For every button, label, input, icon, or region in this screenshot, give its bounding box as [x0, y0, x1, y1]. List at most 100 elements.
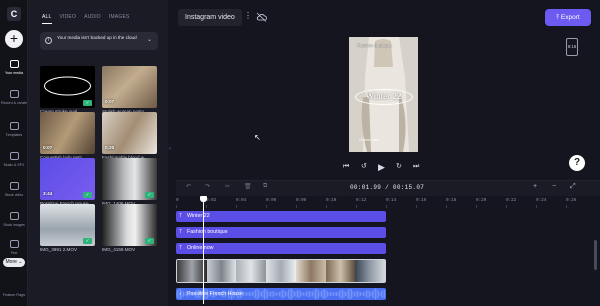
undo-icon[interactable]: ↶ — [186, 183, 191, 190]
ruler-tick-label: 0:04 — [236, 198, 247, 203]
playhead-handle[interactable] — [200, 196, 207, 202]
ruler-tick-label: 0:16 — [416, 198, 427, 203]
media-item-img-4159[interactable]: ✓ IMG_4159.MOV — [102, 204, 157, 254]
ruler-tick-label: 0:20 — [476, 198, 487, 203]
delete-icon[interactable]: 🗑 — [244, 183, 252, 190]
tab-video[interactable]: VIDEO — [60, 14, 77, 24]
add-media-button[interactable]: + — [5, 30, 23, 48]
ruler-tick-label: 0:14 — [386, 198, 397, 203]
cloud-off-icon[interactable] — [256, 12, 267, 22]
skip-to-end-icon[interactable]: ⏭ — [413, 162, 419, 172]
skip-to-start-icon[interactable]: ⏮ — [343, 162, 349, 172]
chevron-down-icon: ⌄ — [146, 37, 152, 43]
video-clip-frame — [295, 260, 326, 282]
fit-timeline-icon[interactable]: ⤢ — [570, 183, 576, 191]
duplicate-icon[interactable]: ⧉ — [263, 183, 267, 190]
backup-notice[interactable]: i Your media isn't backed up in the clou… — [40, 32, 158, 50]
zoom-in-icon[interactable]: + — [533, 183, 537, 190]
playback-controls: ⏮ ↺ ▶ ↻ ⏭ — [343, 162, 423, 172]
media-item-cream-stroke-oval[interactable]: ✓ Cream stroke oval — [40, 66, 95, 116]
music-icon: ♪ — [179, 291, 182, 297]
split-icon[interactable]: ✂ — [225, 183, 230, 190]
check-icon: ✓ — [83, 192, 92, 198]
redo-icon[interactable]: ↷ — [205, 183, 210, 190]
video-clip-frame — [236, 260, 267, 282]
chevron-down-icon: ⌄ — [18, 259, 23, 265]
text-track-fashion-boutique[interactable]: T Fashion boutique — [176, 227, 386, 238]
media-item-fashionable-blond[interactable]: 0:20 Fashionable blond w... — [102, 112, 157, 162]
media-tabs: ALL VIDEO AUDIO IMAGES — [42, 14, 130, 24]
rail-item-stock-images[interactable]: Stock images — [0, 212, 28, 227]
export-button[interactable]: ⤒ Export — [545, 9, 591, 26]
app-logo-icon[interactable]: C — [7, 7, 21, 21]
rail-item-music[interactable]: Music & SFX — [0, 152, 28, 167]
media-panel: ALL VIDEO AUDIO IMAGES i Your media isn'… — [28, 0, 168, 306]
rail-item-text[interactable]: Text — [0, 240, 28, 255]
video-clip-frame — [266, 260, 296, 282]
camera-icon — [9, 90, 19, 98]
zoom-out-icon[interactable]: − — [552, 183, 556, 190]
tab-all[interactable]: ALL — [42, 14, 52, 24]
ruler-tick-mark — [356, 205, 357, 208]
check-icon: ✓ — [145, 192, 154, 198]
help-button[interactable]: ? — [569, 155, 585, 171]
media-item-img-3991[interactable]: ✓ IMG_3991 2.MOV — [40, 204, 95, 254]
forward-5s-icon[interactable]: ↻ — [396, 162, 402, 172]
rail-item-stock-video[interactable]: Stock video — [0, 182, 28, 197]
check-icon: ✓ — [83, 238, 92, 244]
check-icon: ✓ — [83, 100, 92, 106]
text-icon — [9, 240, 19, 248]
play-icon[interactable]: ▶ — [378, 162, 385, 172]
video-clip-frame — [206, 260, 237, 282]
text-track-winter-22[interactable]: T Winter 22 — [176, 211, 386, 222]
ruler-tick-label: 0:02 — [206, 198, 217, 203]
tab-images[interactable]: IMAGES — [109, 14, 130, 24]
text-track-online-now[interactable]: T Online now — [176, 243, 386, 254]
timeline-scrollbar[interactable] — [594, 240, 597, 270]
ruler-tick-label: 0:24 — [536, 198, 547, 203]
preview-text-bottom[interactable]: Online now — [359, 137, 379, 142]
preview-text-top[interactable]: Fashion boutique — [357, 43, 392, 48]
rail-item-record[interactable]: Record & create — [0, 90, 28, 105]
media-item-stylish-woman[interactable]: 0:07 Stylish woman posin... — [102, 66, 157, 116]
tab-audio[interactable]: AUDIO — [84, 14, 101, 24]
ruler-tick-label: 0:18 — [446, 198, 457, 203]
ruler-tick-label: 0:26 — [566, 198, 577, 203]
preview-text-main[interactable]: Winter 22 — [349, 91, 418, 101]
text-icon: T — [179, 245, 183, 251]
video-track[interactable] — [176, 259, 386, 283]
video-preview[interactable]: Fashion boutique Winter 22 Online now — [349, 37, 418, 152]
video-clip-frame — [325, 260, 356, 282]
rail-item-feature-flags[interactable]: Feature Flags — [0, 290, 28, 297]
aspect-ratio-button[interactable]: 9:16 — [566, 38, 578, 56]
ruler-tick-mark — [326, 205, 327, 208]
text-icon: T — [179, 213, 183, 219]
ruler-tick-label: 0:08 — [296, 198, 307, 203]
more-button[interactable]: More ⌄ — [3, 258, 25, 267]
rail-item-templates[interactable]: Templates — [0, 122, 28, 137]
ruler-tick-mark — [476, 205, 477, 208]
audio-track[interactable]: ♪ Possitive French House — [176, 288, 386, 300]
video-clip-frame — [355, 260, 385, 282]
media-item-img-1406[interactable]: ✓ IMG_1406.MOV — [102, 158, 157, 208]
app-window: C + Your media Record & create Templates… — [0, 0, 600, 306]
timeline-ruler[interactable]: 0 0:02 0:04 0:06 0:08 0:10 0:12 0:14 0:16 0:18 0:2… — [176, 198, 600, 208]
media-item-coquettish-lady[interactable]: 0:07 Coquettish lady resti... — [40, 112, 95, 162]
ruler-tick-mark — [266, 205, 267, 208]
templates-icon — [9, 122, 19, 130]
media-item-possitive-french-house[interactable]: 3:44 ✓ Possitive French House — [40, 158, 95, 208]
rewind-5s-icon[interactable]: ↺ — [361, 162, 367, 172]
project-title[interactable]: Instagram video — [178, 9, 242, 26]
ruler-tick-mark — [296, 205, 297, 208]
total-time: 00:15.07 — [392, 184, 425, 191]
left-rail: C + Your media Record & create Templates… — [0, 0, 28, 306]
timecode: 00:01.99 / 00:15.07 — [350, 184, 425, 191]
folder-icon — [9, 60, 19, 68]
ruler-tick-mark — [536, 205, 537, 208]
panel-collapse-handle[interactable]: ‹ — [169, 146, 173, 156]
image-icon — [9, 212, 19, 220]
rail-item-your-media[interactable]: Your media — [0, 60, 28, 75]
ruler-tick-mark — [386, 205, 387, 208]
ruler-tick-mark — [446, 205, 447, 208]
kebab-menu-icon[interactable]: ⋮ — [244, 11, 252, 20]
